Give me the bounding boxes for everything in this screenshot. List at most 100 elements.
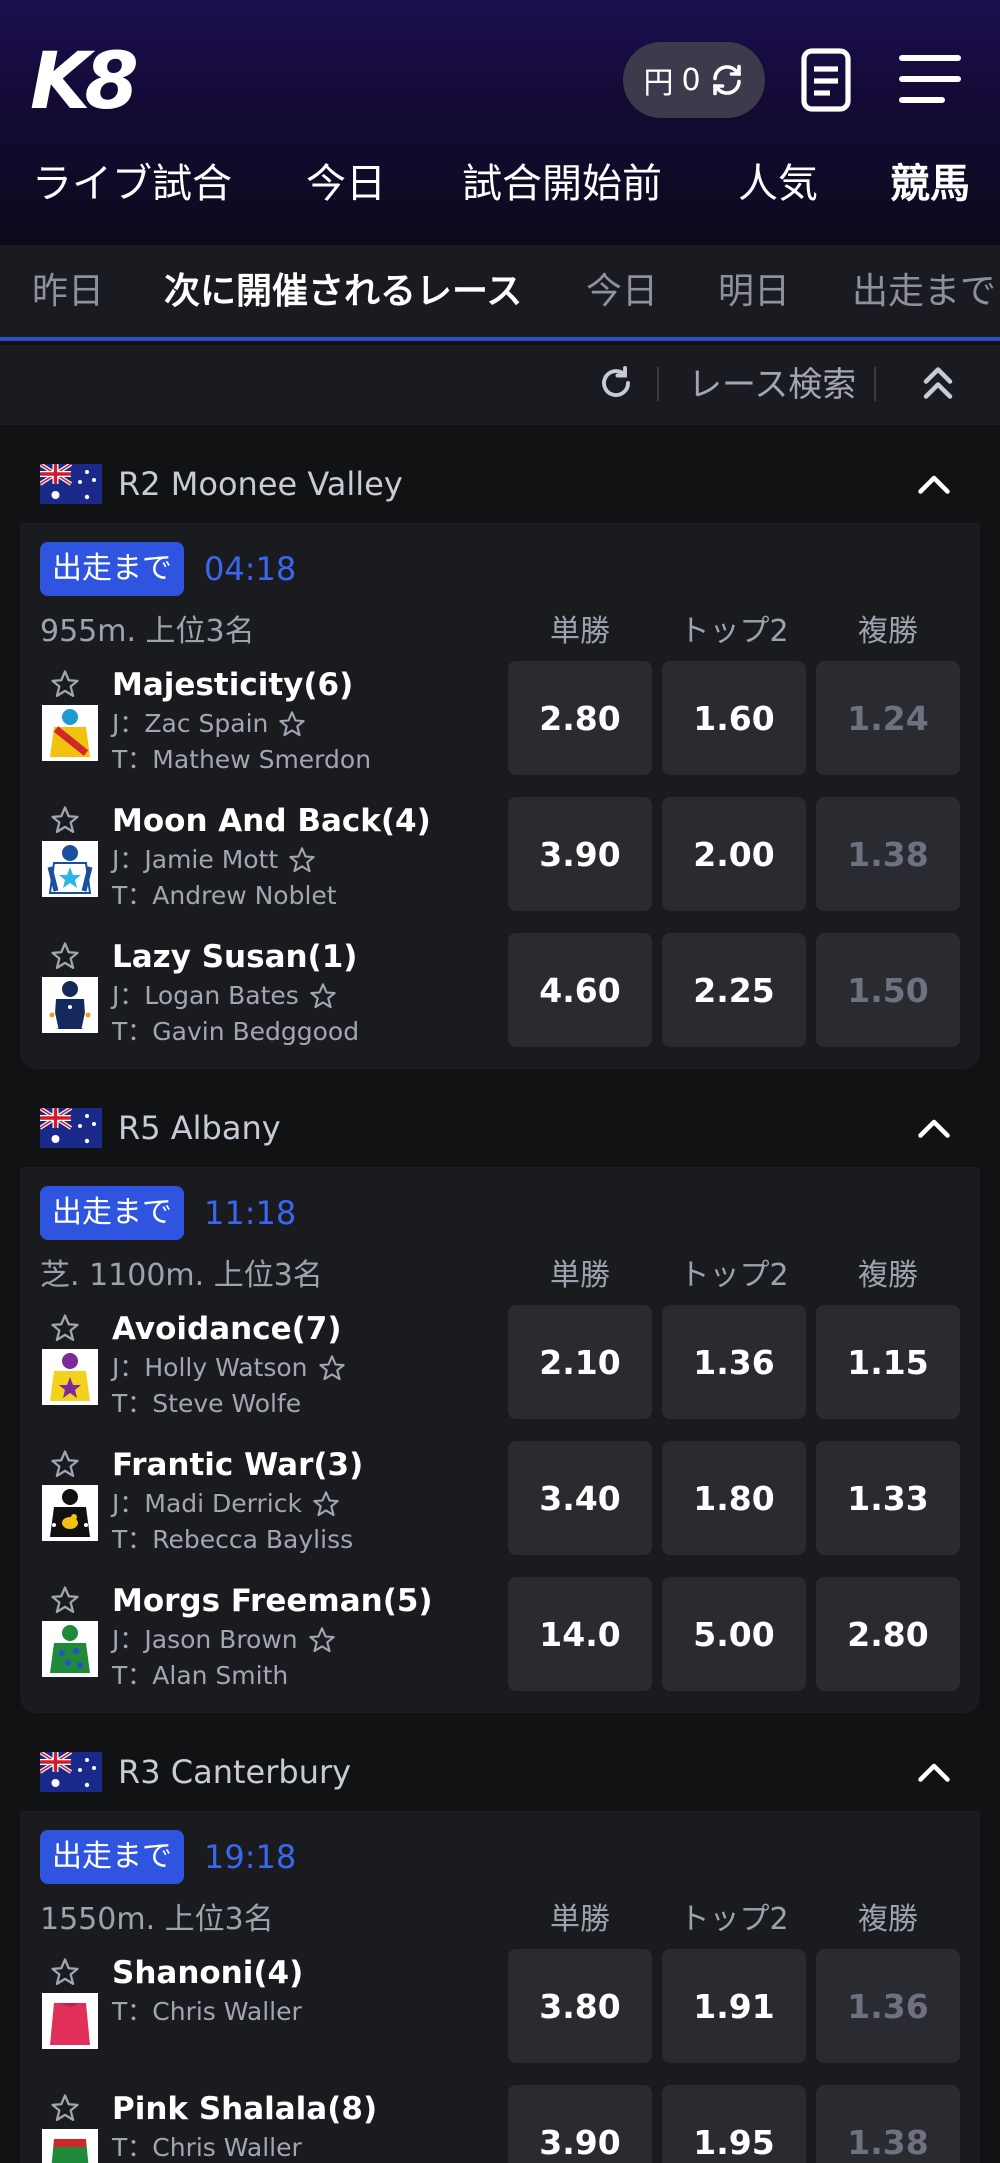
race-name: R5 Albany [118,1109,281,1147]
star-icon[interactable] [50,805,80,835]
jockey-silk-icon [42,1485,98,1541]
runner-row: Avoidance(7) J：Holly Watson T：Steve Wolf… [20,1305,980,1425]
race-name: R2 Moonee Valley [118,465,403,503]
runner-name[interactable]: Lazy Susan(1) [112,933,357,981]
trainer-name: T：Rebecca Bayliss [112,1525,354,1554]
divider [657,367,659,401]
runner-name[interactable]: Moon And Back(4) [112,797,431,845]
jockey-name: J：Jamie Mott [112,845,279,874]
odds-win-button[interactable]: 14.0 [508,1577,652,1691]
race-card: R5 Albany 出走まで 11:18 芝. 1100m. 上位3名 単勝 ト… [20,1089,980,1713]
race-countdown: 出走まで 19:18 [40,1830,296,1884]
column-win: 単勝 [550,614,610,649]
column-place: 複勝 [858,614,918,649]
star-icon[interactable] [278,710,306,738]
race-toolbar: レース検索 [0,345,1000,425]
jockey-silk-icon [42,977,98,1033]
odds-place-button[interactable]: 1.15 [816,1305,960,1419]
odds-win-button[interactable]: 2.10 [508,1305,652,1419]
trainer-name: T：Andrew Noblet [112,881,337,910]
trainer-name: T：Alan Smith [112,1661,289,1690]
subtab-today[interactable]: 今日 [586,265,658,319]
bet-slip-icon[interactable] [800,47,852,113]
runner-row: Majesticity(6) J：Zac Spain T：Mathew Smer… [20,661,980,781]
race-header[interactable]: R2 Moonee Valley [20,445,980,523]
runner-name[interactable]: Morgs Freeman(5) [112,1577,433,1625]
race-countdown: 出走まで 11:18 [40,1186,296,1240]
menu-icon[interactable] [898,52,962,106]
odds-win-button[interactable]: 2.80 [508,661,652,775]
star-icon[interactable] [50,941,80,971]
subtab-tomorrow[interactable]: 明日 [718,265,790,319]
race-search-button[interactable]: レース検索 [688,359,856,411]
k8-logo[interactable]: K8 [30,42,139,122]
race-info: 955m. 上位3名 [40,614,255,649]
odds-place-button[interactable]: 1.24 [816,661,960,775]
currency-symbol: 円 [643,66,674,101]
jockey-silk-icon [42,705,98,761]
countdown-time: 19:18 [204,1838,297,1876]
odds-top2-button[interactable]: 1.91 [662,1949,806,2063]
odds-win-button[interactable]: 3.90 [508,797,652,911]
odds-place-button[interactable]: 1.33 [816,1441,960,1555]
refresh-icon[interactable] [709,62,745,98]
chevron-up-icon[interactable] [916,1113,952,1143]
column-place: 複勝 [858,1902,918,1937]
collapse-all-icon[interactable] [920,363,956,403]
star-icon[interactable] [308,1626,336,1654]
top-header: K8 円 0 ライブ試合 今日 試合開始前 人気 競馬 [0,0,1000,245]
runner-name[interactable]: Avoidance(7) [112,1305,342,1353]
chevron-up-icon[interactable] [916,1757,952,1787]
race-card: R3 Canterbury 出走まで 19:18 1550m. 上位3名 単勝 … [20,1733,980,2163]
subtab-yesterday[interactable]: 昨日 [32,265,104,319]
odds-win-button[interactable]: 3.90 [508,2085,652,2163]
race-header[interactable]: R5 Albany [20,1089,980,1167]
runner-name[interactable]: Majesticity(6) [112,661,353,709]
reload-icon[interactable] [598,365,634,401]
odds-place-button[interactable]: 1.36 [816,1949,960,2063]
odds-top2-button[interactable]: 2.25 [662,933,806,1047]
odds-top2-button[interactable]: 1.95 [662,2085,806,2163]
odds-place-button[interactable]: 1.50 [816,933,960,1047]
balance-button[interactable]: 円 0 [623,42,765,118]
column-place: 複勝 [858,1258,918,1293]
odds-place-button[interactable]: 1.38 [816,2085,960,2163]
odds-top2-button[interactable]: 5.00 [662,1577,806,1691]
star-icon[interactable] [312,1490,340,1518]
runner-name[interactable]: Frantic War(3) [112,1441,363,1489]
odds-top2-button[interactable]: 1.60 [662,661,806,775]
race-header[interactable]: R3 Canterbury [20,1733,980,1811]
odds-place-button[interactable]: 1.38 [816,797,960,911]
star-icon[interactable] [50,2093,80,2123]
star-icon[interactable] [50,1585,80,1615]
runner-name[interactable]: Pink Shalala(8) [112,2085,377,2133]
star-icon[interactable] [309,982,337,1010]
subtab-until-start[interactable]: 出走まで [852,265,996,319]
australia-flag-icon [40,1752,102,1792]
star-icon[interactable] [318,1354,346,1382]
countdown-time: 11:18 [204,1194,297,1232]
countdown-time: 04:18 [204,550,297,588]
odds-win-button[interactable]: 4.60 [508,933,652,1047]
chevron-up-icon[interactable] [916,469,952,499]
odds-top2-button[interactable]: 1.36 [662,1305,806,1419]
jockey: J：Jamie Mott [112,841,316,879]
odds-top2-button[interactable]: 2.00 [662,797,806,911]
odds-win-button[interactable]: 3.40 [508,1441,652,1555]
odds-place-button[interactable]: 2.80 [816,1577,960,1691]
race-countdown: 出走まで 04:18 [40,542,296,596]
runner-name[interactable]: Shanoni(4) [112,1949,303,1997]
race-info: 1550m. 上位3名 [40,1902,274,1937]
star-icon[interactable] [288,846,316,874]
star-icon[interactable] [50,669,80,699]
jockey-silk-icon [42,2129,98,2163]
subtab-next-races[interactable]: 次に開催されるレース [164,265,522,319]
star-icon[interactable] [50,1313,80,1343]
star-icon[interactable] [50,1957,80,1987]
odds-win-button[interactable]: 3.80 [508,1949,652,2063]
star-icon[interactable] [50,1449,80,1479]
odds-top2-button[interactable]: 1.80 [662,1441,806,1555]
race-name: R3 Canterbury [118,1753,352,1791]
trainer-name: T：Gavin Bedggood [112,1017,360,1046]
column-win: 単勝 [550,1902,610,1937]
